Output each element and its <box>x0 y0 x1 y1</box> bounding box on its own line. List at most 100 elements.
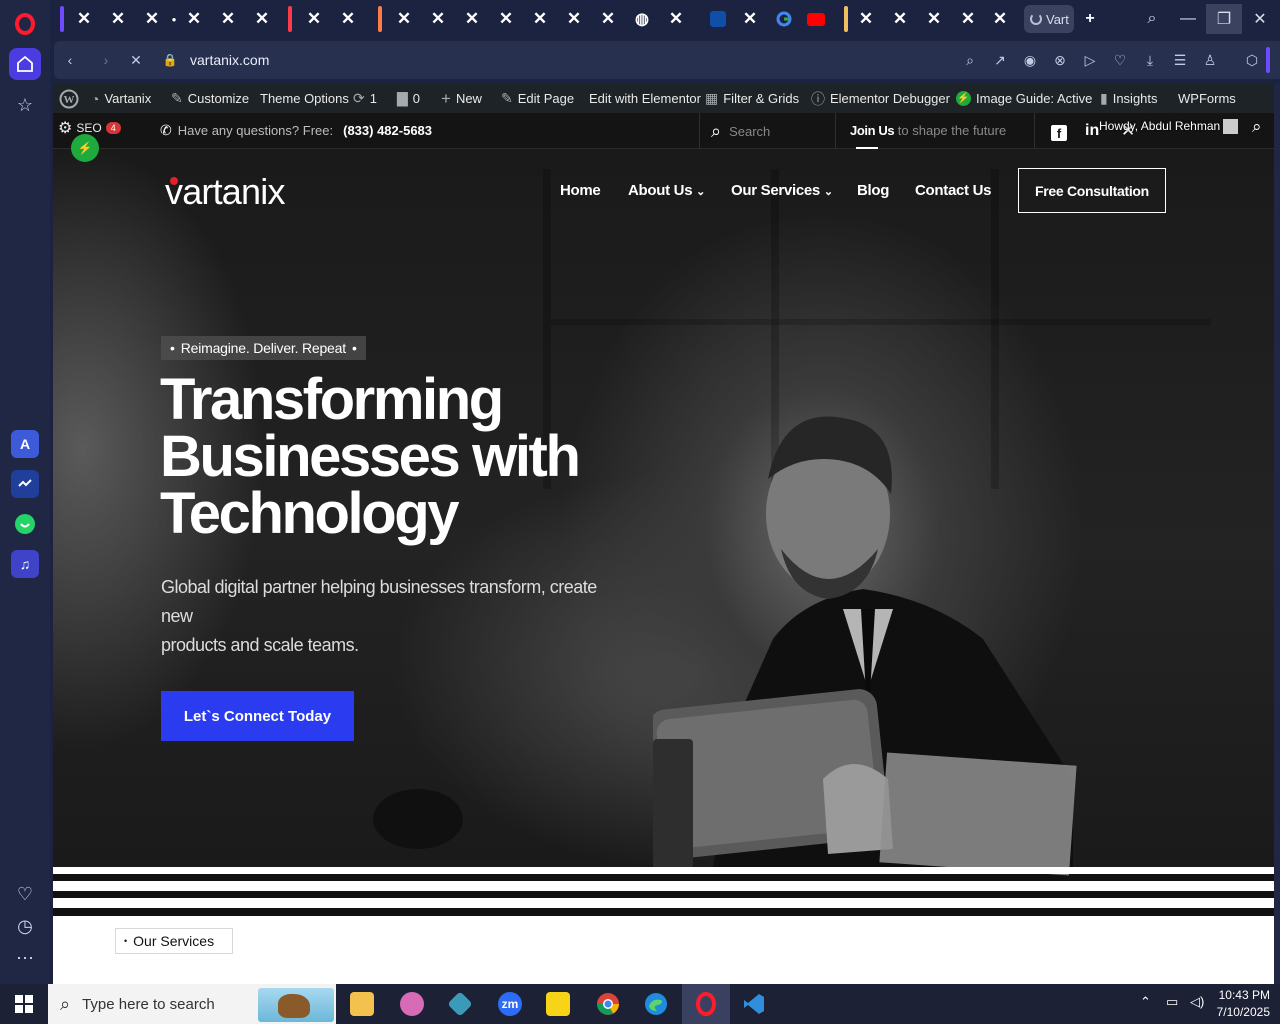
tab-x-icon[interactable]: ✕ <box>954 6 982 32</box>
wp-insights[interactable]: ▮ Insights <box>1100 84 1158 113</box>
close-window-icon[interactable]: ✕ <box>1242 4 1278 34</box>
free-consultation-button[interactable]: Free Consultation <box>1018 168 1166 213</box>
admin-search-icon[interactable]: ⌕ <box>1252 117 1262 137</box>
opera-taskbar-icon[interactable] <box>682 984 730 1024</box>
wp-customize[interactable]: ✎ Customize <box>171 84 249 113</box>
minimize-icon[interactable]: — <box>1170 4 1206 34</box>
tab-x-icon[interactable]: ✕ <box>886 6 914 32</box>
back-icon[interactable]: ‹ <box>60 50 80 70</box>
tab-x-icon[interactable]: ✕ <box>390 6 418 32</box>
favorite-icon[interactable]: ♡ <box>1110 50 1130 70</box>
app-diamond-icon[interactable] <box>436 984 484 1024</box>
wp-edit-elementor[interactable]: Edit with Elementor <box>589 84 701 113</box>
scrollbar[interactable] <box>1274 84 1280 984</box>
tab-x-icon[interactable]: ✕ <box>736 6 764 32</box>
nav-our-services[interactable]: Our Services ⌄ <box>731 182 833 199</box>
file-explorer-icon[interactable] <box>338 984 386 1024</box>
nav-home[interactable]: Home <box>560 182 601 199</box>
active-tab[interactable]: Vart <box>1024 5 1074 33</box>
heart-icon[interactable]: ♡ <box>9 878 41 910</box>
phone-number[interactable]: (833) 482-5683 <box>343 123 432 138</box>
aria-icon[interactable]: A <box>11 430 39 458</box>
show-hidden-icons[interactable]: ⌃ <box>1140 994 1151 1010</box>
new-tab-icon[interactable]: + <box>1076 6 1104 32</box>
opera-logo-icon[interactable] <box>9 8 41 40</box>
wp-site-menu[interactable]: ◔ Vartanix <box>91 84 151 113</box>
tab-x-icon[interactable]: ✕ <box>594 6 622 32</box>
chrome-icon[interactable] <box>584 984 632 1024</box>
tab-x-icon[interactable]: ✕ <box>920 6 948 32</box>
lightning-badge-icon[interactable]: ⚡ <box>71 134 99 162</box>
network-icon[interactable]: ▭ <box>1166 994 1178 1010</box>
more-icon[interactable]: ⋯ <box>9 942 41 974</box>
wp-comments[interactable]: ▇ 0 <box>397 84 420 113</box>
windows-start-icon[interactable] <box>0 984 48 1024</box>
music-icon[interactable]: ♫ <box>11 550 39 578</box>
tab-x-icon[interactable]: ✕ <box>180 6 208 32</box>
join-us-link[interactable]: Join Us to shape the future <box>850 123 1006 138</box>
snapshot-icon[interactable]: ◉ <box>1020 50 1040 70</box>
howdy-user[interactable]: Howdy, Abdul Rehman <box>1099 119 1220 133</box>
tab-x-icon[interactable]: ✕ <box>70 6 98 32</box>
outlook-tab-icon[interactable] <box>704 6 732 32</box>
download-icon[interactable]: ⤓ <box>1140 50 1160 70</box>
wp-theme-options[interactable]: Theme Options <box>260 84 349 113</box>
tab-x-icon[interactable]: ✕ <box>424 6 452 32</box>
youtube-tab-icon[interactable] <box>802 6 830 32</box>
lets-connect-button[interactable]: Let`s Connect Today <box>161 691 354 741</box>
paint-icon[interactable] <box>388 984 436 1024</box>
site-logo[interactable]: vartanix <box>165 171 285 213</box>
nav-blog[interactable]: Blog <box>857 182 889 199</box>
clock[interactable]: 10:43 PM 7/10/2025 <box>1214 987 1270 1021</box>
volume-icon[interactable]: ◁) <box>1190 994 1204 1010</box>
edge-icon[interactable] <box>632 984 680 1024</box>
tab-x-icon[interactable]: ✕ <box>334 6 362 32</box>
home-icon[interactable] <box>9 48 41 80</box>
adblock-icon[interactable]: ⊗ <box>1050 50 1070 70</box>
tab-x-icon[interactable]: ✕ <box>248 6 276 32</box>
site-search[interactable]: ⌕ Search <box>711 121 770 142</box>
facebook-icon[interactable]: f <box>1051 125 1067 141</box>
wordpress-logo-icon[interactable]: W <box>59 84 79 113</box>
tab-x-icon[interactable]: ✕ <box>560 6 588 32</box>
wp-updates[interactable]: ⟳ 1 <box>353 84 377 113</box>
tab-x-icon[interactable]: ✕ <box>458 6 486 32</box>
messenger-icon[interactable] <box>11 470 39 498</box>
google-tab-icon[interactable] <box>770 6 798 32</box>
extensions-icon[interactable]: ⬡ <box>1242 50 1262 70</box>
tab-x-icon[interactable]: ✕ <box>300 6 328 32</box>
zoom-search-icon[interactable]: ⌕ <box>960 50 980 70</box>
nav-about-us[interactable]: About Us ⌄ <box>628 182 705 199</box>
forward-icon[interactable]: › <box>96 50 116 70</box>
easy-setup-icon[interactable]: ☰ <box>1170 50 1190 70</box>
nav-contact-us[interactable]: Contact Us <box>915 182 991 199</box>
tab-x-icon[interactable]: ✕ <box>852 6 880 32</box>
tab-x-icon[interactable]: ✕ <box>986 6 1014 32</box>
vscode-icon[interactable] <box>730 984 778 1024</box>
wp-image-guide[interactable]: ⚡ Image Guide: Active <box>956 84 1092 113</box>
tab-x-icon[interactable]: ✕ <box>662 6 690 32</box>
avatar[interactable] <box>1223 119 1238 134</box>
sticky-notes-icon[interactable] <box>534 984 582 1024</box>
wp-edit-page[interactable]: ✎ Edit Page <box>501 84 574 113</box>
wp-elementor-debugger[interactable]: ⓘ Elementor Debugger <box>811 84 950 113</box>
tab-x-icon[interactable]: ✕ <box>492 6 520 32</box>
linkedin-icon[interactable]: in <box>1085 122 1099 140</box>
flow-icon[interactable]: ▷ <box>1080 50 1100 70</box>
wp-filter-grids[interactable]: ▦ Filter & Grids <box>705 84 799 113</box>
profile-icon[interactable]: ♙ <box>1200 50 1220 70</box>
star-icon[interactable]: ☆ <box>9 89 41 121</box>
history-icon[interactable]: ◷ <box>9 910 41 942</box>
zoom-icon[interactable]: zm <box>486 984 534 1024</box>
stop-loading-icon[interactable]: ✕ <box>126 50 146 70</box>
wp-new[interactable]: + New <box>441 84 482 113</box>
globe-tab-icon[interactable]: ◍ <box>628 6 656 32</box>
restore-icon[interactable]: ❐ <box>1206 4 1242 34</box>
search-tabs-icon[interactable]: ⌕ <box>1134 4 1170 34</box>
whatsapp-icon[interactable] <box>11 510 39 538</box>
tab-x-icon[interactable]: ✕ <box>104 6 132 32</box>
url-text[interactable]: vartanix.com <box>190 52 269 68</box>
share-icon[interactable]: ↗ <box>990 50 1010 70</box>
tab-x-icon[interactable]: ✕ <box>214 6 242 32</box>
wp-wpforms[interactable]: WPForms <box>1178 84 1236 113</box>
